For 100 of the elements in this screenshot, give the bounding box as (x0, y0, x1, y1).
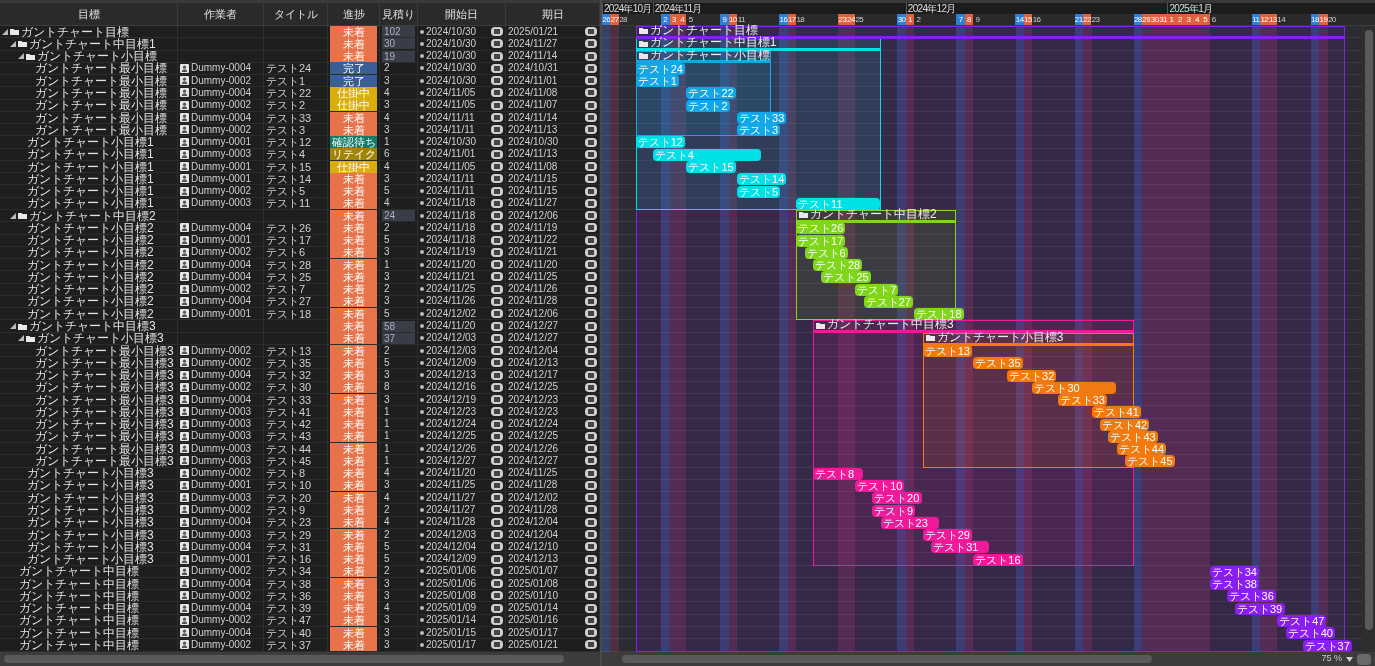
calendar-button[interactable] (491, 493, 503, 503)
estimate-field[interactable]: 19 (382, 50, 415, 62)
estimate-field[interactable]: 30 (382, 38, 415, 50)
calendar-button[interactable] (585, 358, 597, 368)
calendar-button[interactable] (585, 395, 597, 405)
calendar-button[interactable] (585, 27, 597, 37)
calendar-button[interactable] (585, 272, 597, 282)
task-bar[interactable]: テスト13 (922, 345, 972, 357)
column-header[interactable]: 開始日 (445, 5, 478, 23)
expand-icon[interactable] (18, 53, 24, 60)
task-bar[interactable]: テスト32 (1007, 369, 1057, 382)
calendar-button[interactable] (585, 382, 597, 392)
calendar-button[interactable] (491, 346, 503, 356)
calendar-button[interactable] (585, 444, 597, 454)
calendar-button[interactable] (585, 162, 597, 172)
vertical-scrollbar[interactable] (1362, 26, 1375, 652)
calendar-button[interactable] (491, 27, 503, 37)
calendar-button[interactable] (491, 198, 503, 208)
calendar-button[interactable] (491, 247, 503, 257)
status-badge[interactable]: 未着 (330, 418, 377, 431)
status-badge[interactable]: 未着 (330, 602, 377, 615)
calendar-button[interactable] (585, 517, 597, 527)
status-badge[interactable]: 未着 (330, 504, 377, 516)
calendar-button[interactable] (585, 419, 597, 429)
estimate-field[interactable]: 58 (382, 320, 415, 332)
calendar-button[interactable] (585, 174, 597, 184)
calendar-button[interactable] (585, 431, 597, 441)
calendar-button[interactable] (491, 296, 503, 306)
calendar-button[interactable] (585, 370, 597, 380)
calendar-button[interactable] (491, 186, 503, 196)
calendar-button[interactable] (491, 63, 503, 73)
calendar-button[interactable] (585, 603, 597, 613)
calendar-button[interactable] (491, 628, 503, 638)
calendar-button[interactable] (585, 223, 597, 233)
status-badge[interactable]: 未着 (330, 381, 377, 394)
status-badge[interactable]: リテイク (330, 148, 377, 161)
calendar-button[interactable] (491, 591, 503, 601)
column-header[interactable]: 作業者 (204, 5, 237, 23)
calendar-button[interactable] (491, 76, 503, 86)
calendar-button[interactable] (491, 431, 503, 441)
calendar-button[interactable] (585, 579, 597, 589)
calendar-button[interactable] (491, 88, 503, 98)
status-badge[interactable]: 未着 (330, 320, 377, 332)
task-bar[interactable]: テスト44 (1116, 443, 1167, 456)
task-bar[interactable]: テスト36 (1226, 590, 1276, 603)
status-badge[interactable]: 未着 (330, 332, 377, 345)
group-bar[interactable] (922, 342, 1134, 346)
task-bar[interactable]: テスト26 (796, 222, 846, 235)
task-bar[interactable]: テスト39 (1235, 602, 1285, 615)
expand-icon[interactable] (10, 40, 16, 47)
estimate-field[interactable]: 102 (382, 26, 415, 38)
calendar-button[interactable] (585, 456, 597, 466)
calendar-button[interactable] (491, 603, 503, 613)
estimate-field[interactable]: 24 (382, 210, 415, 222)
calendar-button[interactable] (491, 284, 503, 294)
calendar-button[interactable] (491, 358, 503, 368)
calendar-button[interactable] (491, 419, 503, 429)
status-badge[interactable]: 未着 (330, 430, 377, 443)
expand-icon[interactable] (10, 323, 16, 329)
calendar-button[interactable] (585, 505, 597, 515)
calendar-button[interactable] (491, 579, 503, 589)
calendar-button[interactable] (585, 76, 597, 86)
calendar-button[interactable] (585, 186, 597, 196)
calendar-button[interactable] (585, 333, 597, 343)
status-badge[interactable]: 未着 (330, 50, 377, 63)
calendar-button[interactable] (491, 542, 503, 552)
task-bar[interactable]: テスト25 (821, 271, 871, 284)
calendar-button[interactable] (585, 39, 597, 49)
calendar-button[interactable] (491, 640, 503, 650)
calendar-button[interactable] (491, 113, 503, 122)
scrollbar-thumb[interactable] (622, 655, 1152, 663)
task-bar[interactable]: テスト45 (1125, 455, 1175, 468)
calendar-button[interactable] (491, 137, 503, 147)
status-badge[interactable]: 未着 (330, 234, 377, 247)
expand-icon[interactable] (18, 335, 24, 342)
task-bar[interactable]: テスト29 (922, 529, 972, 542)
calendar-button[interactable] (491, 223, 503, 233)
task-bar[interactable]: テスト33 (1057, 394, 1107, 407)
status-badge[interactable]: 仕掛中 (330, 99, 377, 112)
calendar-button[interactable] (585, 296, 597, 306)
calendar-button[interactable] (491, 51, 503, 61)
calendar-button[interactable] (585, 309, 597, 319)
column-header[interactable]: 目標 (77, 5, 100, 23)
calendar-button[interactable] (491, 456, 503, 466)
calendar-button[interactable] (585, 113, 597, 122)
calendar-button[interactable] (585, 247, 597, 257)
calendar-button[interactable] (585, 321, 597, 331)
column-header[interactable]: 進捗 (342, 5, 365, 23)
status-badge[interactable]: 未着 (330, 283, 377, 296)
status-badge[interactable]: 確認待ち (330, 136, 377, 149)
expand-icon[interactable] (10, 212, 16, 219)
calendar-button[interactable] (585, 260, 597, 270)
task-bar[interactable]: テスト5 (737, 185, 781, 198)
task-bar[interactable]: テスト14 (737, 173, 787, 186)
calendar-button[interactable] (585, 125, 597, 135)
calendar-button[interactable] (491, 333, 503, 343)
status-badge[interactable]: 未着 (330, 295, 377, 308)
horizontal-scrollbar[interactable] (0, 652, 600, 666)
calendar-button[interactable] (585, 211, 597, 221)
calendar-button[interactable] (491, 100, 503, 110)
